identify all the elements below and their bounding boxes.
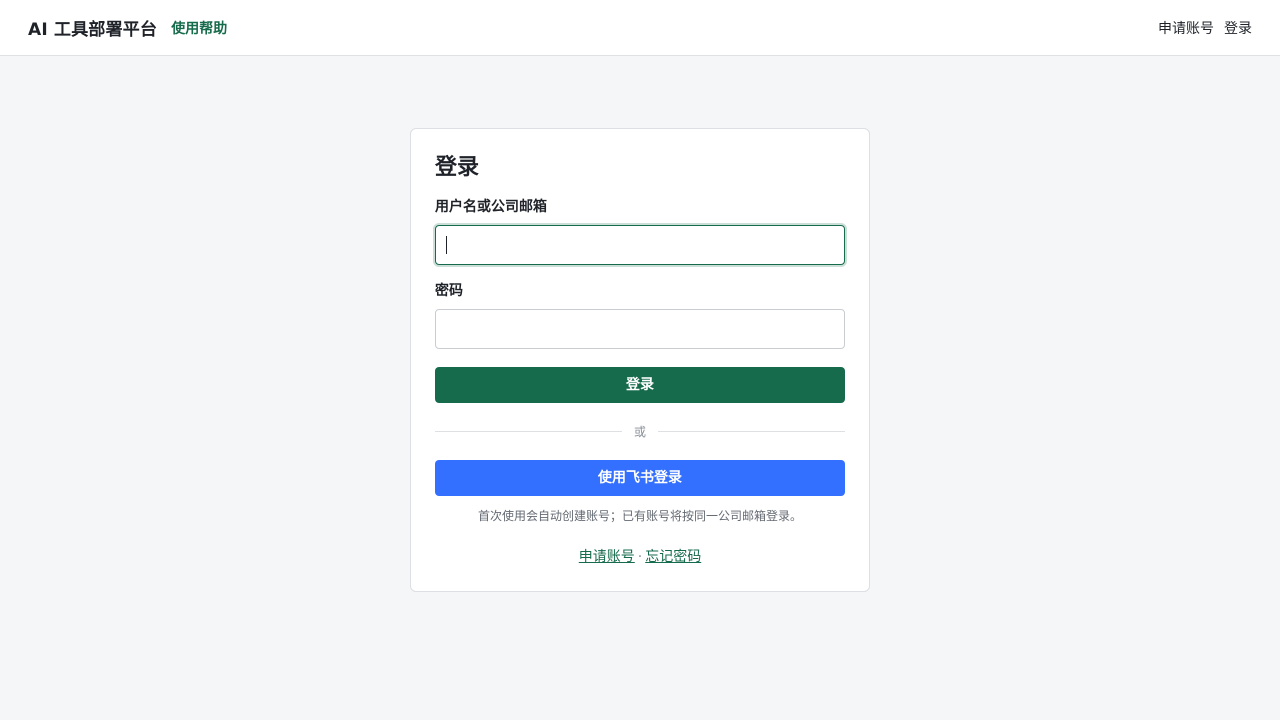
login-title: 登录	[435, 155, 480, 180]
footer-apply-account-link[interactable]: 申请账号	[579, 549, 635, 565]
username-input[interactable]	[435, 225, 845, 265]
username-input-wrap	[435, 225, 845, 265]
card-footer-links: 申请账号 · 忘记密码	[435, 546, 845, 566]
nav-login-link[interactable]: 登录	[1224, 18, 1252, 38]
login-submit-button[interactable]: 登录	[435, 367, 845, 403]
feishu-hint-text: 首次使用会自动创建账号；已有账号将按同一公司邮箱登录。	[477, 509, 802, 523]
feishu-login-button[interactable]: 使用飞书登录	[435, 460, 845, 496]
divider-line-left	[435, 430, 622, 432]
forgot-password-link[interactable]: 忘记密码	[645, 549, 701, 565]
help-link[interactable]: 使用帮助	[171, 18, 227, 38]
divider-text: 或	[634, 424, 647, 439]
footer-separator: ·	[637, 549, 643, 565]
nav-apply-account-link[interactable]: 申请账号	[1158, 18, 1214, 38]
top-nav-bar: AI 工具部署平台 使用帮助 申请账号 登录	[0, 0, 1280, 56]
brand-title: AI 工具部署平台	[28, 20, 158, 40]
top-nav-right: 申请账号 登录	[1158, 18, 1252, 38]
or-divider: 或	[435, 421, 846, 441]
top-nav-left: AI 工具部署平台 使用帮助	[28, 15, 227, 40]
login-card: 登录 用户名或公司邮箱 密码 登录 或 使用飞书登录 首次使用会自动创建账号；已…	[410, 128, 870, 592]
password-label: 密码	[435, 283, 463, 299]
username-label: 用户名或公司邮箱	[435, 199, 547, 215]
divider-line-right	[658, 430, 846, 432]
text-caret	[446, 236, 447, 254]
password-input[interactable]	[435, 309, 845, 349]
